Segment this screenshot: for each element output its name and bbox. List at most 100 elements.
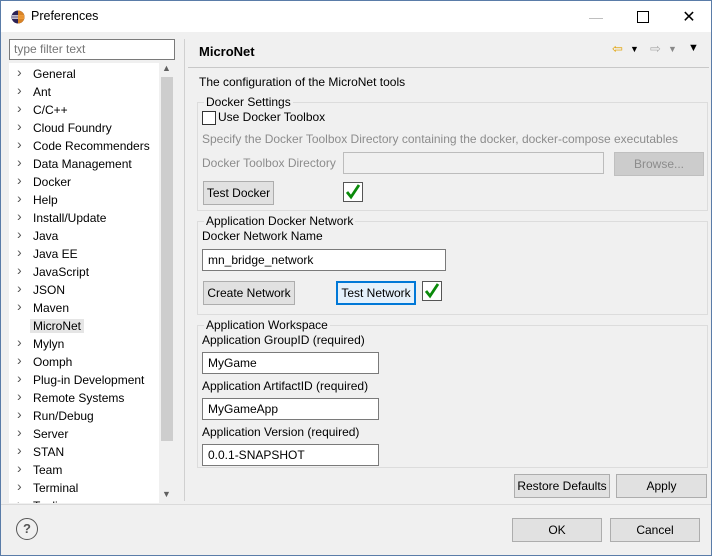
docker-settings-legend: Docker Settings (204, 95, 293, 109)
tree-item-label: C/C++ (33, 103, 68, 117)
tree-item-label: Java (33, 229, 59, 243)
title-bar: Preferences — ✕ (1, 1, 711, 32)
tree-item[interactable]: › Data Management (9, 154, 159, 173)
group-id-input[interactable]: MyGame (202, 352, 379, 374)
splitter[interactable] (184, 39, 185, 501)
chevron-right-icon[interactable]: › (17, 64, 22, 80)
chevron-right-icon[interactable]: › (17, 262, 22, 278)
chevron-right-icon[interactable]: › (17, 136, 22, 152)
create-network-button[interactable]: Create Network (203, 281, 295, 305)
bottom-divider (1, 504, 711, 505)
forward-dropdown-icon[interactable]: ▼ (668, 44, 677, 54)
tree-item[interactable]: › Java (9, 226, 159, 245)
test-docker-button[interactable]: Test Docker (203, 181, 274, 205)
help-icon[interactable]: ? (16, 518, 38, 540)
chevron-right-icon[interactable]: › (17, 118, 22, 134)
chevron-right-icon[interactable]: › (17, 154, 22, 170)
close-icon: ✕ (682, 8, 696, 26)
ok-button[interactable]: OK (512, 518, 602, 542)
back-arrow-icon[interactable]: ⇦ (612, 41, 623, 57)
chevron-right-icon[interactable]: › (17, 82, 22, 98)
close-button[interactable]: ✕ (666, 1, 712, 32)
workspace-legend: Application Workspace (204, 318, 330, 332)
use-docker-toolbox-checkbox[interactable] (202, 111, 216, 125)
chevron-right-icon[interactable]: › (17, 352, 22, 368)
tree-item[interactable]: › Docker (9, 172, 159, 191)
chevron-right-icon[interactable]: › (17, 388, 22, 404)
tree-item-label: STAN (33, 445, 65, 459)
preference-tree[interactable]: › General › Ant › C/C++ › Cloud Foundry › Code Re… (9, 63, 174, 503)
tree-item[interactable]: › Java EE (9, 244, 159, 263)
chevron-right-icon[interactable]: › (17, 172, 22, 188)
tree-item[interactable]: › Install/Update (9, 208, 159, 227)
tree-item[interactable]: › Help (9, 190, 159, 209)
docker-network-name-input[interactable]: mn_bridge_network (202, 249, 446, 271)
chevron-right-icon[interactable]: › (17, 478, 22, 494)
scroll-down-icon[interactable]: ▼ (162, 489, 171, 499)
filter-input[interactable] (10, 40, 174, 57)
back-dropdown-icon[interactable]: ▼ (630, 44, 639, 54)
restore-defaults-button[interactable]: Restore Defaults (514, 474, 610, 498)
tree-item[interactable]: › Maven (9, 298, 159, 317)
tree-item[interactable]: › JSON (9, 280, 159, 299)
forward-arrow-icon[interactable]: ⇨ (650, 41, 661, 57)
artifact-id-label: Application ArtifactID (required) (202, 379, 369, 393)
chevron-right-icon[interactable]: › (17, 208, 22, 224)
tree-item[interactable]: › JavaScript (9, 262, 159, 281)
tree-item-label: Help (33, 193, 58, 207)
tree-item[interactable]: › STAN (9, 442, 159, 461)
chevron-right-icon[interactable]: › (17, 442, 22, 458)
tree-item[interactable]: › Team (9, 460, 159, 479)
chevron-right-icon[interactable]: › (17, 190, 22, 206)
tree-item[interactable]: MicroNet (9, 317, 159, 335)
docker-settings-group: Docker Settings Use Docker Toolbox Speci… (197, 95, 708, 211)
chevron-right-icon[interactable]: › (17, 280, 22, 296)
chevron-right-icon[interactable]: › (17, 424, 22, 440)
minimize-button[interactable]: — (573, 1, 619, 32)
tree-item[interactable]: › Code Recommenders (9, 136, 159, 155)
filter-field[interactable] (9, 39, 175, 60)
chevron-right-icon[interactable]: › (17, 334, 22, 350)
maximize-button[interactable] (620, 1, 666, 32)
docker-toolbox-hint: Specify the Docker Toolbox Directory con… (202, 132, 679, 146)
apply-button[interactable]: Apply (616, 474, 707, 498)
chevron-right-icon[interactable]: › (17, 460, 22, 476)
eclipse-icon (11, 10, 25, 24)
chevron-right-icon[interactable]: › (17, 406, 22, 422)
preferences-window: Preferences — ✕ › General › Ant › C/C++ › Cloud… (0, 0, 712, 556)
chevron-right-icon[interactable]: › (17, 100, 22, 116)
tree-item[interactable]: › Server (9, 424, 159, 443)
view-menu-icon[interactable]: ▼ (688, 42, 699, 54)
chevron-right-icon[interactable]: › (17, 244, 22, 260)
chevron-right-icon[interactable]: › (17, 226, 22, 242)
version-input[interactable]: 0.0.1-SNAPSHOT (202, 444, 379, 466)
tree-item-label: Server (33, 427, 69, 441)
scroll-up-icon[interactable]: ▲ (162, 63, 171, 73)
tree-item[interactable]: › C/C++ (9, 100, 159, 119)
tree-item[interactable]: › Oomph (9, 352, 159, 371)
docker-network-name-label: Docker Network Name (202, 229, 323, 243)
tree-item[interactable]: › Ant (9, 82, 159, 101)
docker-toolbox-dir-input[interactable] (343, 152, 604, 174)
tree-item-label: Plug-in Development (33, 373, 145, 387)
tree-item-label: Install/Update (33, 211, 107, 225)
chevron-right-icon[interactable]: › (17, 370, 22, 386)
use-docker-toolbox-label[interactable]: Use Docker Toolbox (218, 110, 325, 124)
cancel-button[interactable]: Cancel (610, 518, 700, 542)
tree-item[interactable]: › Run/Debug (9, 406, 159, 425)
chevron-right-icon[interactable]: › (17, 496, 22, 503)
test-network-button[interactable]: Test Network (336, 281, 416, 305)
tree-item[interactable]: › Cloud Foundry (9, 118, 159, 137)
tree-item[interactable]: › Remote Systems (9, 388, 159, 407)
tree-scrollbar[interactable]: ▲ ▼ (159, 63, 175, 503)
browse-button[interactable]: Browse... (614, 152, 704, 176)
scroll-thumb[interactable] (161, 77, 173, 441)
chevron-right-icon[interactable]: › (17, 298, 22, 314)
tree-item[interactable]: › Plug-in Development (9, 370, 159, 389)
tree-item[interactable]: › Tooling (9, 496, 159, 503)
artifact-id-input[interactable]: MyGameApp (202, 398, 379, 420)
tree-item[interactable]: › General (9, 64, 159, 83)
tree-item[interactable]: › Mylyn (9, 334, 159, 353)
tree-item-label: Run/Debug (33, 409, 94, 423)
tree-item[interactable]: › Terminal (9, 478, 159, 497)
